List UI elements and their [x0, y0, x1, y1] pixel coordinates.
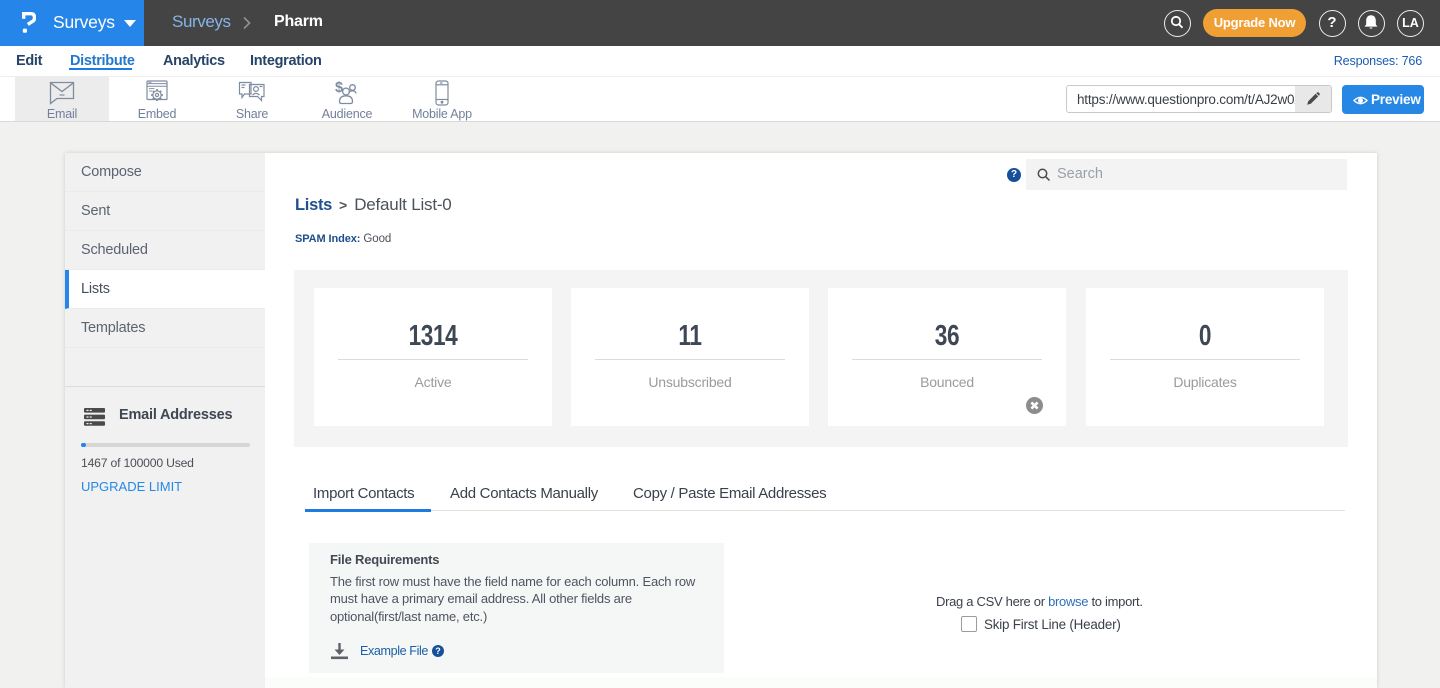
svg-text:$: $ [335, 80, 343, 96]
